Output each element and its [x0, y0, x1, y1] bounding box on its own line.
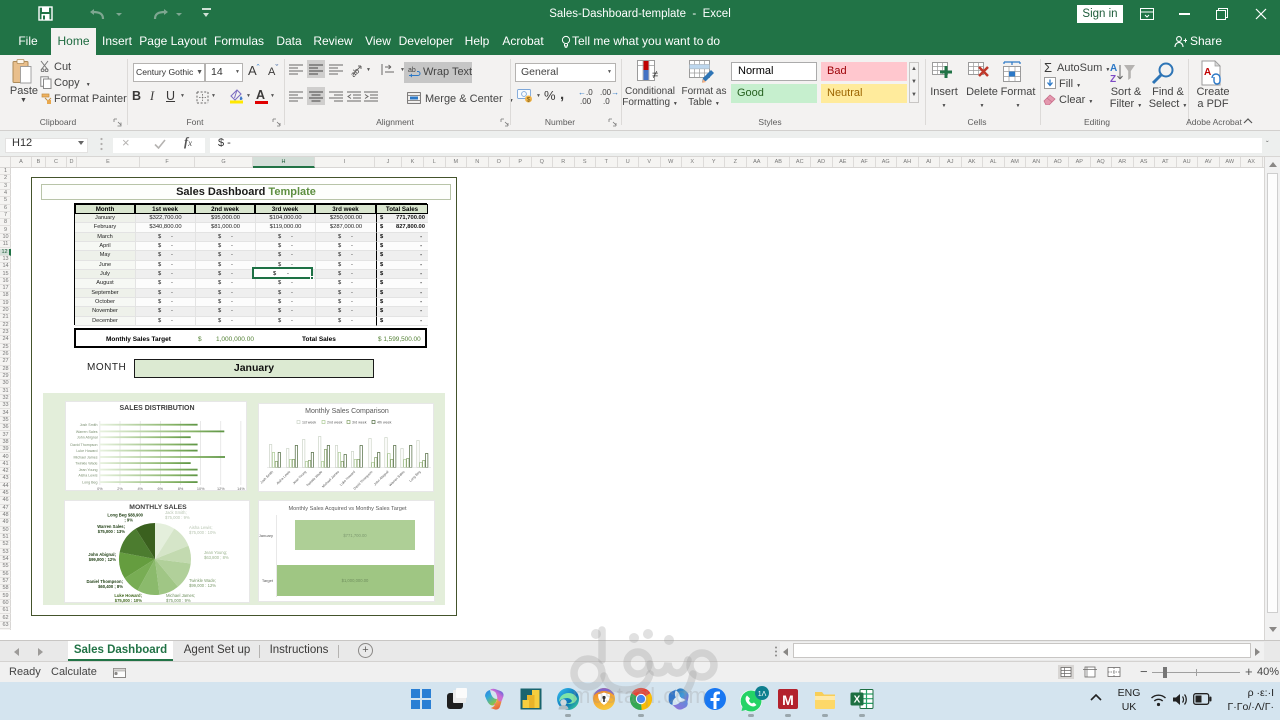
svg-text:$1,000,000.00: $1,000,000.00 — [342, 578, 369, 583]
svg-text:1Λ: 1Λ — [758, 691, 767, 698]
svg-text:Twinkle Wade: Twinkle Wade — [75, 462, 97, 466]
svg-text:M: M — [782, 692, 794, 708]
svg-text:14%: 14% — [237, 487, 245, 491]
svg-text:Josh Smith: Josh Smith — [259, 470, 274, 485]
svg-text:X: X — [853, 695, 860, 706]
svg-text:; 9%: ; 9% — [124, 518, 133, 523]
svg-text:4th week: 4th week — [377, 421, 392, 425]
svg-text:$75,000 : 9%: $75,000 : 9% — [165, 515, 190, 520]
svg-text:$75,000 : 10%: $75,000 : 10% — [115, 598, 143, 603]
svg-text:$75,000 : 10%: $75,000 : 10% — [189, 530, 216, 535]
svg-text:4%: 4% — [137, 487, 143, 491]
svg-text:$99,000 ; 12%: $99,000 ; 12% — [89, 557, 117, 562]
svg-text:January: January — [259, 533, 273, 538]
svg-text:Jean Young: Jean Young — [292, 470, 307, 485]
svg-text:ab: ab — [408, 67, 416, 74]
svg-text:3rd week: 3rd week — [352, 421, 367, 425]
svg-text:$60,400 ; 8%: $60,400 ; 8% — [98, 584, 123, 589]
svg-text:Z: Z — [1110, 74, 1116, 85]
svg-text:2%: 2% — [117, 487, 123, 491]
svg-text:Warren Sales: Warren Sales — [388, 470, 405, 487]
svg-text:Long Beg: Long Beg — [408, 470, 421, 483]
svg-text:10%: 10% — [197, 487, 205, 491]
svg-text:David Thompson: David Thompson — [70, 443, 97, 447]
svg-text:Luke Howard: Luke Howard — [76, 449, 97, 453]
svg-text:Aisha Lewis: Aisha Lewis — [78, 474, 97, 478]
svg-text:$: $ — [527, 96, 531, 103]
svg-text:A: A — [1204, 67, 1211, 78]
svg-text:$75,000 : 13%: $75,000 : 13% — [98, 529, 126, 534]
svg-text:$99,000 : 12%: $99,000 : 12% — [189, 583, 216, 588]
svg-text:≠: ≠ — [652, 69, 658, 81]
svg-text:Aisha Lewis: Aisha Lewis — [276, 470, 292, 486]
svg-text:0%: 0% — [97, 487, 103, 491]
svg-text:12%: 12% — [217, 487, 225, 491]
svg-text:8%: 8% — [178, 487, 184, 491]
svg-text:Twinkle Wade: Twinkle Wade — [306, 470, 324, 488]
svg-text:6%: 6% — [158, 487, 164, 491]
svg-text:Josh Smith: Josh Smith — [80, 423, 98, 427]
svg-text:Michael James: Michael James — [74, 455, 98, 459]
svg-text:A: A — [1110, 63, 1117, 74]
svg-text:Michael James: Michael James — [321, 470, 340, 489]
svg-text:Target: Target — [262, 578, 274, 583]
svg-text:John Abignal: John Abignal — [77, 436, 98, 440]
svg-text:$771,700.00: $771,700.00 — [343, 533, 367, 538]
svg-text:Long Beg: Long Beg — [82, 481, 97, 485]
svg-text:$75,000 : 9%: $75,000 : 9% — [166, 598, 191, 603]
svg-text:$63,800 ; 8%: $63,800 ; 8% — [204, 555, 229, 560]
svg-text:John Abignal: John Abignal — [373, 470, 390, 487]
svg-text:Luke Howard: Luke Howard — [339, 470, 356, 487]
svg-text:Warren Sales: Warren Sales — [76, 430, 98, 434]
svg-text:2nd week: 2nd week — [327, 421, 343, 425]
svg-text:1st week: 1st week — [302, 421, 316, 425]
svg-text:Jean Young: Jean Young — [79, 468, 98, 472]
